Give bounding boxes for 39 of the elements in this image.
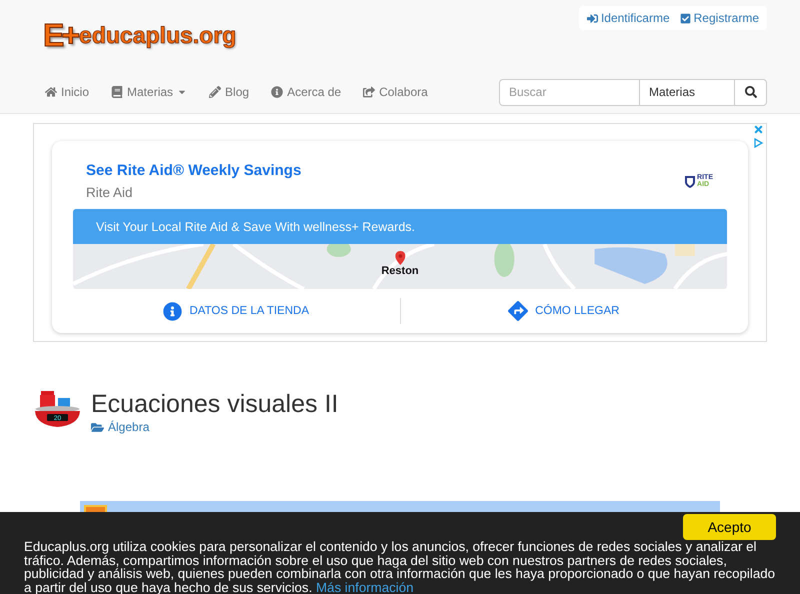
ad-action-link[interactable]: DATOS DE LA TIENDA: [73, 302, 400, 320]
category-select[interactable]: Materias: [640, 78, 735, 106]
account-link[interactable]: Registrarme: [680, 11, 759, 25]
nav-item[interactable]: Materias: [111, 85, 188, 99]
more-info-link[interactable]: Más información: [316, 580, 414, 594]
share-icon: [363, 86, 376, 98]
directions-icon: [508, 301, 528, 321]
page-title: Ecuaciones visuales II: [91, 389, 338, 419]
ad-banner[interactable]: Visit Your Local Rite Aid & Save With wellness+ Rewards.: [73, 209, 727, 244]
nav-item[interactable]: Inicio: [45, 85, 90, 99]
accept-button[interactable]: Acepto: [683, 514, 776, 540]
folder-icon: [91, 420, 104, 434]
pencil-icon: [209, 86, 222, 98]
sign-in-icon: [586, 12, 598, 24]
search-icon: [744, 86, 756, 98]
ad-choices-icon[interactable]: [754, 138, 763, 148]
home-icon: [45, 86, 57, 98]
nav-item[interactable]: Blog: [209, 85, 250, 99]
close-icon[interactable]: [753, 124, 764, 135]
map-pin-icon: [395, 251, 405, 265]
map-label: Reston: [381, 265, 419, 277]
cookie-notice: Educaplus.org utiliza cookies para personalizar el contenido y los anuncios, ofrecer funciones de redes sociales y analizar el tráfico. Además, compartimos información sobre el uso que haga del sitio web con nuestros partners de redes sociales, publicidad y análisis web, quienes pueden combinarla con otra información que les haya proporcionado o que hayan recopilado a partir del uso que haya hecho de sus servicios. Más información: [24, 540, 776, 594]
ad-headline[interactable]: See Rite Aid® Weekly Savings: [86, 162, 302, 179]
nav-item[interactable]: Colabora: [363, 85, 428, 99]
info-icon: [271, 86, 284, 98]
search-field[interactable]: Buscar: [499, 78, 640, 106]
search-button[interactable]: [735, 78, 767, 106]
account-link[interactable]: Identificarme: [586, 11, 670, 25]
nav-item[interactable]: Acerca de: [271, 85, 342, 99]
logo-text: educaplus.org: [79, 22, 236, 48]
site-logo[interactable]: E+educaplus.org: [43, 18, 236, 52]
ad-action-link[interactable]: CÓMO LLEGAR: [400, 301, 727, 321]
logo-mark: E+: [43, 16, 78, 54]
checkbox-icon: [680, 12, 691, 24]
category-link[interactable]: Álgebra: [91, 420, 338, 434]
ad-advertiser: Rite Aid: [86, 185, 134, 200]
shield-icon: [684, 174, 696, 188]
book-icon: [111, 86, 124, 98]
info-icon: [163, 302, 182, 320]
